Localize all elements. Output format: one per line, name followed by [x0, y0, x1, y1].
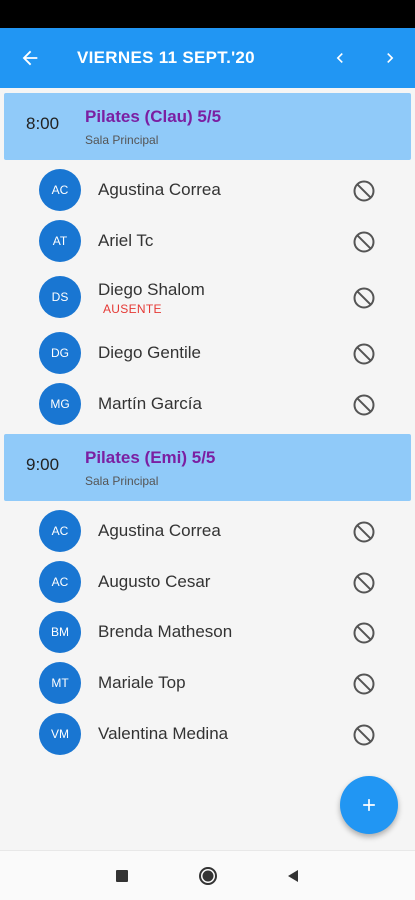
attendee-row[interactable]: AT Ariel Tc: [0, 216, 415, 266]
class-name: Pilates (Emi) 5/5: [85, 448, 216, 467]
avatar: MT: [39, 662, 81, 704]
absent-status: AUSENTE: [103, 302, 162, 316]
recents-button[interactable]: [112, 866, 132, 886]
block-icon[interactable]: [352, 520, 376, 544]
block-icon[interactable]: [352, 393, 376, 417]
avatar: BM: [39, 611, 81, 653]
avatar: AT: [39, 220, 81, 262]
attendee-name: Augusto Cesar: [98, 572, 211, 591]
chevron-right-icon: [387, 53, 394, 63]
block-icon[interactable]: [352, 179, 376, 203]
plus-icon: [363, 799, 375, 811]
block-icon[interactable]: [352, 621, 376, 645]
class-room: Sala Principal: [85, 474, 159, 488]
status-bar: [0, 0, 415, 28]
chevron-left-icon: [336, 53, 343, 63]
class-time: 8:00: [26, 114, 60, 133]
attendee-row[interactable]: AC Agustina Correa: [0, 506, 415, 556]
attendee-row[interactable]: MG Martín García: [0, 379, 415, 429]
block-icon[interactable]: [352, 723, 376, 747]
class-room: Sala Principal: [85, 133, 159, 147]
block-icon[interactable]: [352, 286, 376, 310]
square-icon: [116, 870, 128, 882]
back-nav-button[interactable]: [283, 866, 303, 886]
avatar: DS: [39, 276, 81, 318]
add-button[interactable]: [340, 776, 398, 834]
attendee-row[interactable]: DG Diego Gentile: [0, 328, 415, 378]
class-header[interactable]: 9:00 Pilates (Emi) 5/5 Sala Principal: [4, 434, 411, 501]
block-icon[interactable]: [352, 672, 376, 696]
attendee-row[interactable]: VM Valentina Medina: [0, 709, 415, 759]
class-list: 8:00 Pilates (Clau) 5/5 Sala Principal A…: [0, 88, 415, 850]
home-button[interactable]: [198, 866, 218, 886]
block-icon[interactable]: [352, 571, 376, 595]
system-nav-bar: [0, 850, 415, 900]
avatar: AC: [39, 561, 81, 603]
attendee-row[interactable]: AC Agustina Correa: [0, 165, 415, 215]
app-bar: VIERNES 11 SEPT.'20: [0, 28, 415, 88]
previous-day-button[interactable]: [315, 28, 365, 88]
next-day-button[interactable]: [365, 28, 415, 88]
avatar: MG: [39, 383, 81, 425]
attendee-row[interactable]: DS Diego Shalom AUSENTE: [0, 272, 415, 322]
arrow-left-icon: [22, 50, 38, 66]
avatar: AC: [39, 510, 81, 552]
attendee-name: Martín García: [98, 394, 202, 413]
avatar: VM: [39, 713, 81, 755]
back-button[interactable]: [0, 28, 60, 88]
attendee-name: Diego Shalom: [98, 280, 205, 299]
attendee-row[interactable]: MT Mariale Top: [0, 658, 415, 708]
attendee-name: Valentina Medina: [98, 724, 229, 743]
avatar: AC: [39, 169, 81, 211]
attendee-name: Agustina Correa: [98, 521, 221, 540]
circle-icon: [199, 867, 217, 885]
class-name: Pilates (Clau) 5/5: [85, 107, 222, 126]
page-title: VIERNES 11 SEPT.'20: [77, 48, 255, 67]
class-header[interactable]: 8:00 Pilates (Clau) 5/5 Sala Principal: [4, 93, 411, 160]
block-icon[interactable]: [352, 230, 376, 254]
attendee-name: Brenda Matheson: [98, 622, 233, 641]
block-icon[interactable]: [352, 342, 376, 366]
attendee-name: Diego Gentile: [98, 343, 202, 362]
attendee-name: Ariel Tc: [98, 231, 154, 250]
attendee-row[interactable]: BM Brenda Matheson: [0, 607, 415, 657]
class-time: 9:00: [26, 455, 60, 474]
triangle-left-icon: [288, 870, 298, 882]
avatar: DG: [39, 332, 81, 374]
attendee-name: Agustina Correa: [98, 180, 221, 199]
attendee-name: Mariale Top: [98, 673, 186, 692]
attendee-row[interactable]: AC Augusto Cesar: [0, 557, 415, 607]
